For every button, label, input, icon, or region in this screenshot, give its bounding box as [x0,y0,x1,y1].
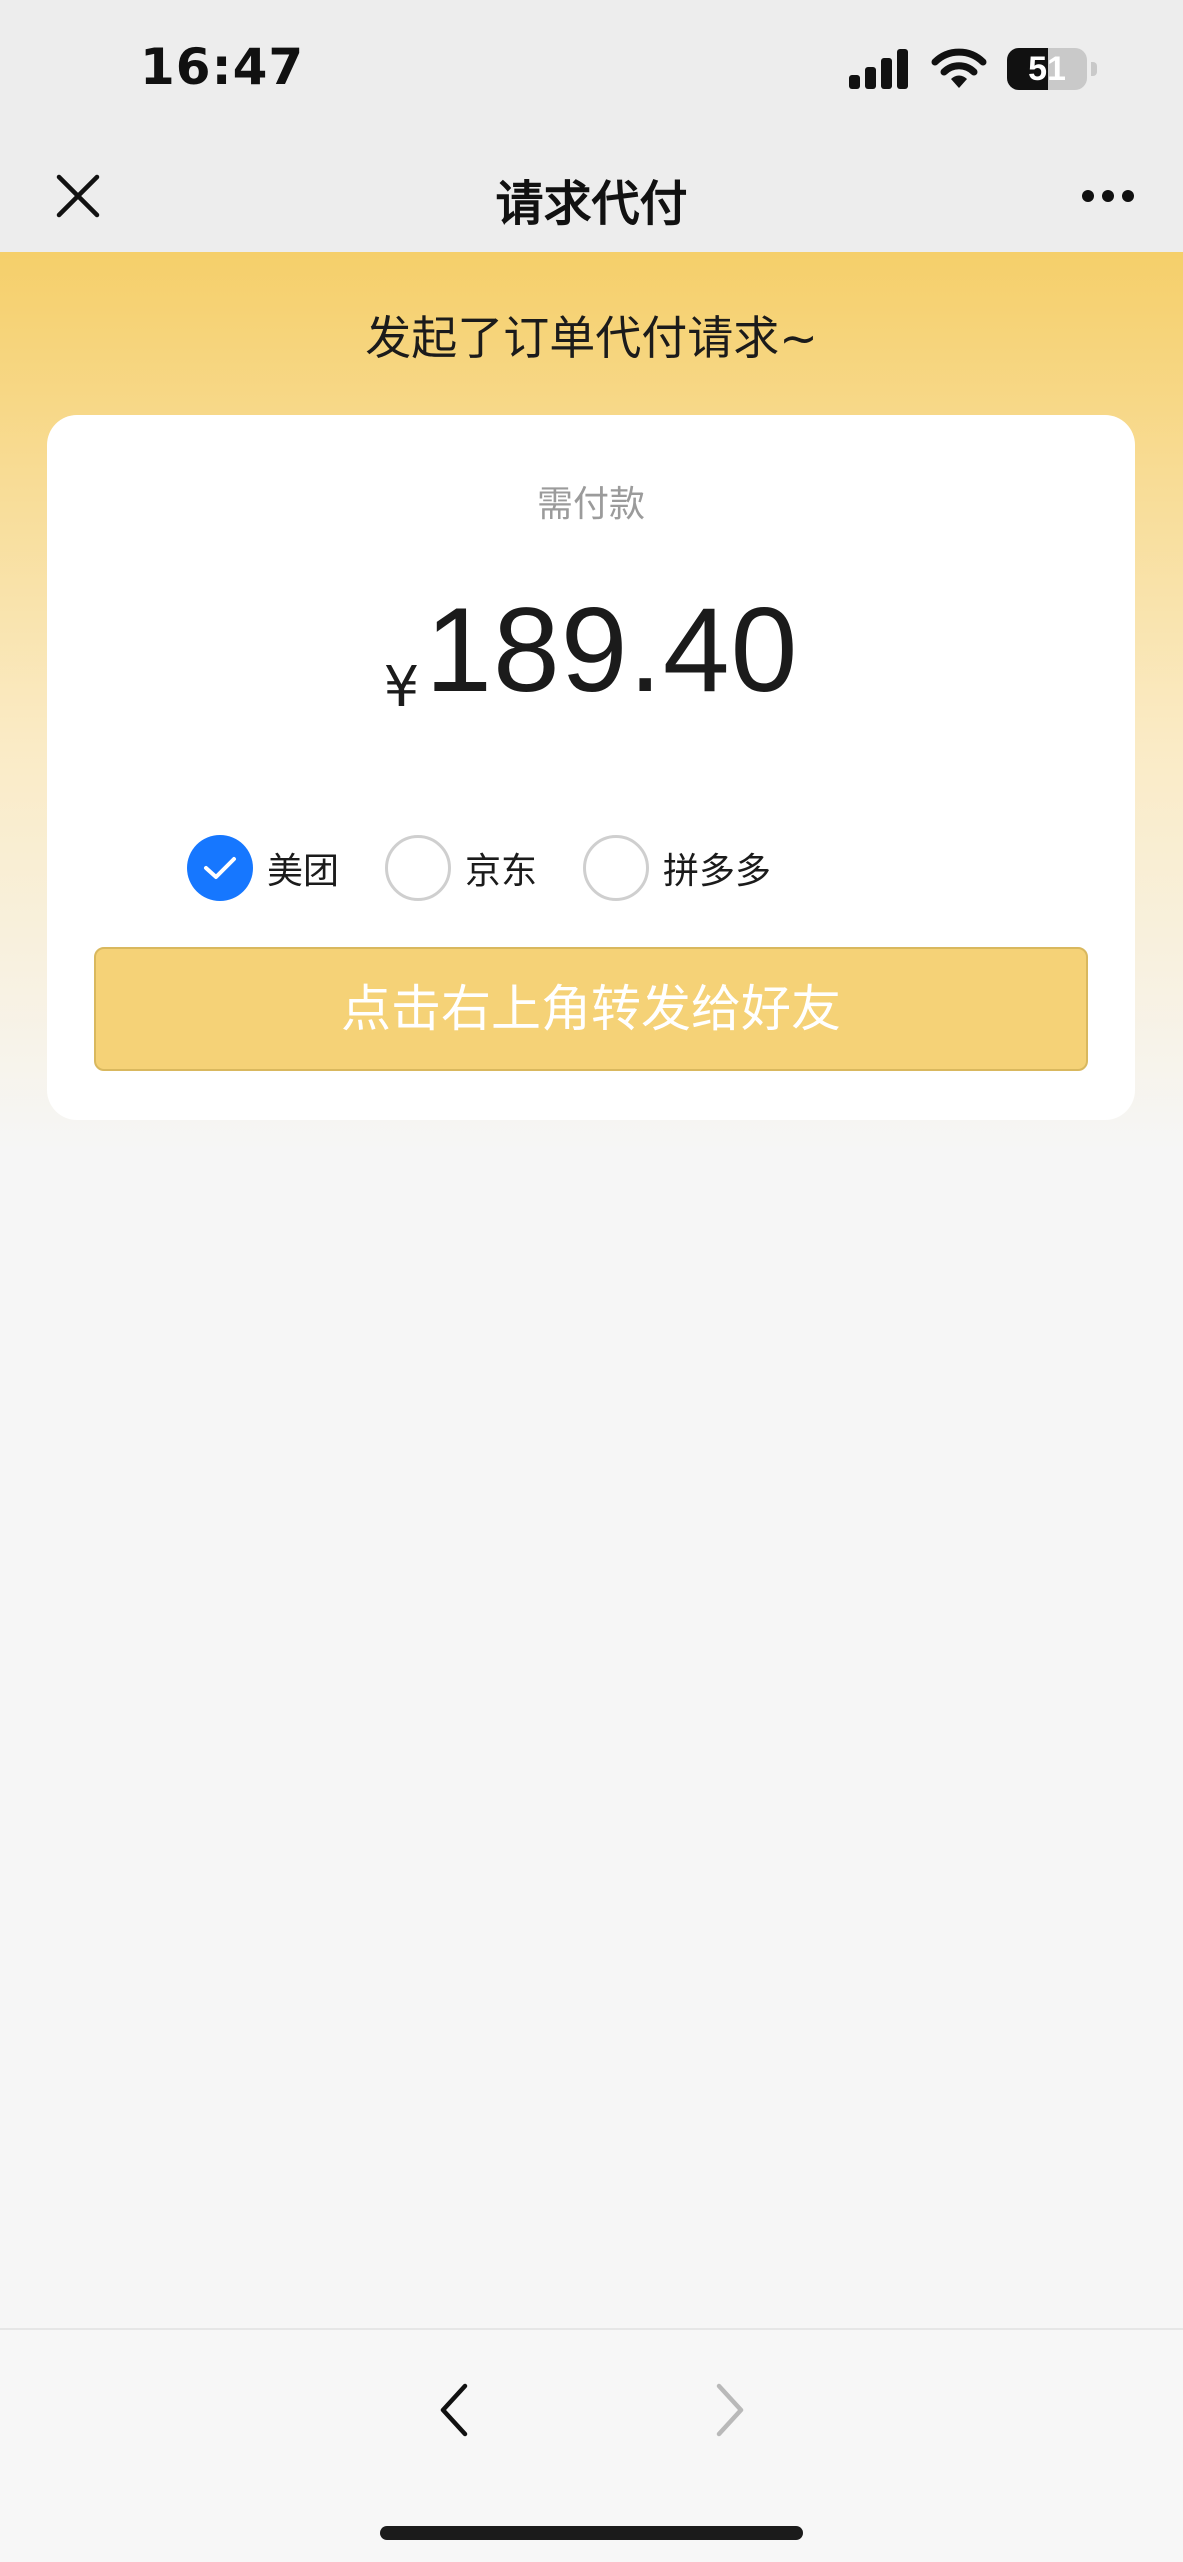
nav-bar: 请求代付 [0,140,1183,252]
status-time: 16:47 [140,38,305,96]
forward-button[interactable] [696,2370,764,2450]
platform-options: 美团 京东 拼多多 [187,835,771,901]
chevron-left-icon [440,2383,468,2437]
radio-pinduoduo[interactable] [583,835,650,901]
page-title: 请求代付 [495,176,688,232]
amount-due-label: 需付款 [536,484,645,525]
platform-label: 美团 [267,851,340,892]
more-button[interactable] [1073,162,1143,230]
bottom-toolbar [0,2328,1183,2562]
battery-icon: 51 [1007,48,1087,90]
battery-tip [1091,62,1097,76]
more-icon [1082,190,1134,202]
amount-display: ¥189.40 [47,580,1135,720]
chevron-right-icon [716,2383,744,2437]
home-indicator [380,2526,803,2540]
platform-option-jd[interactable]: 京东 [385,835,537,901]
back-button[interactable] [420,2370,488,2450]
currency-symbol: ¥ [383,655,420,720]
platform-label: 京东 [465,851,538,892]
share-to-friend-button[interactable]: 点击右上角转发给好友 [94,947,1088,1071]
status-icons: 51 [849,44,1097,94]
radio-meituan[interactable] [187,835,253,901]
platform-option-meituan[interactable]: 美团 [187,835,339,901]
payment-card: 需付款 ¥189.40 美团 京东 拼多多 点击右上角转发给好友 [47,415,1135,1120]
amount-value: 189.40 [425,583,799,717]
banner-message: 发起了订单代付请求~ [365,311,818,365]
radio-jd[interactable] [385,835,452,901]
battery-level-text: 51 [1028,50,1066,88]
status-bar: 16:47 51 [0,0,1183,140]
platform-label: 拼多多 [663,851,772,892]
signal-icon [849,49,908,89]
check-icon [204,857,236,879]
wifi-icon [931,48,987,88]
platform-option-pinduoduo[interactable]: 拼多多 [583,835,771,901]
